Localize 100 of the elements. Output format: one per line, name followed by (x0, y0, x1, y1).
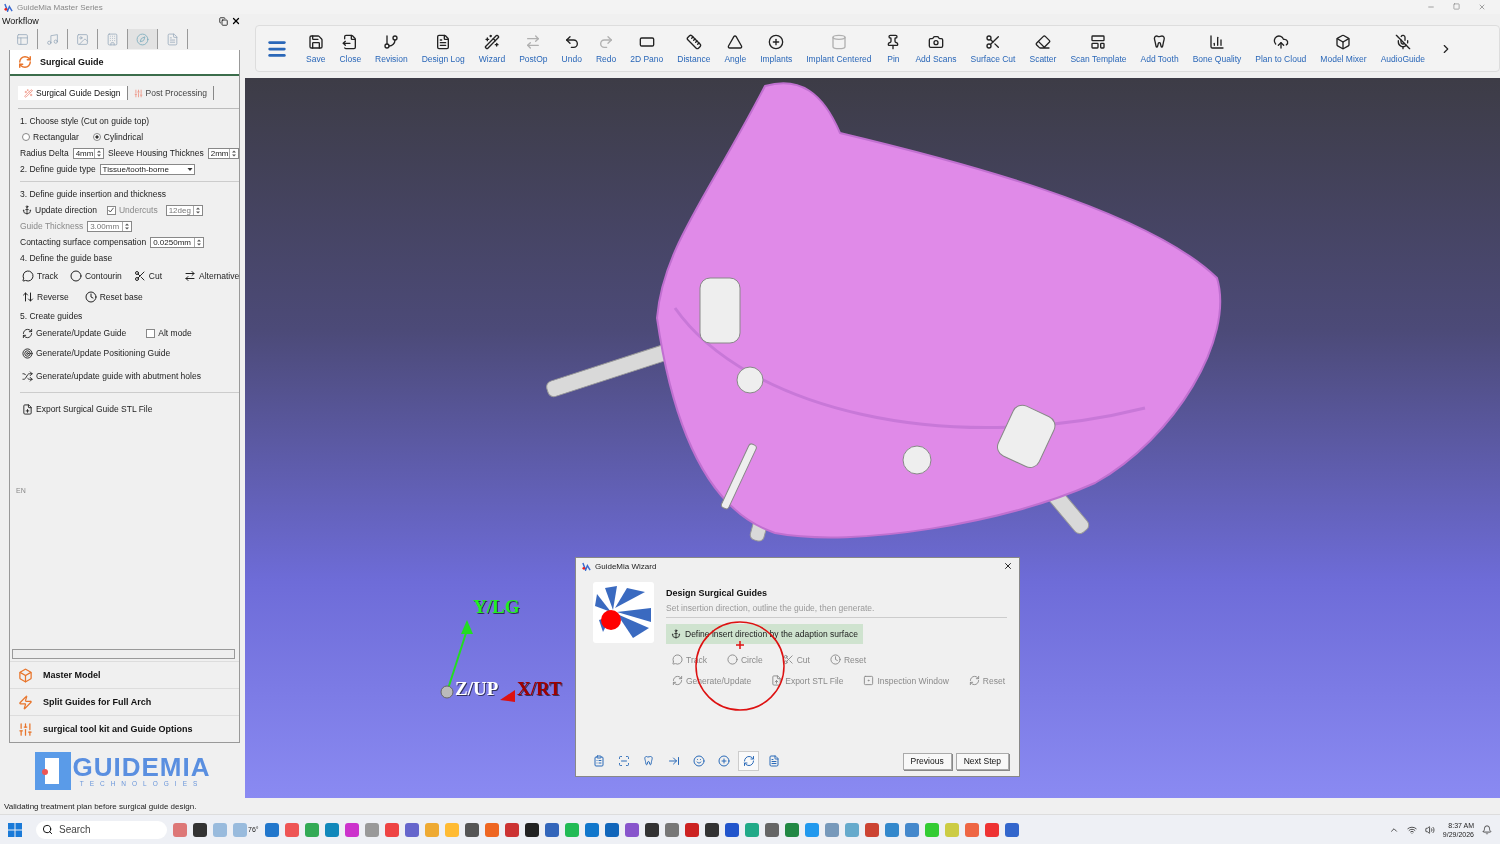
workflow-section[interactable]: Split Guides for Full Arch (10, 688, 239, 715)
close-icon[interactable] (1003, 561, 1013, 571)
wizard-nav-button[interactable]: Previous (902, 752, 952, 770)
logo-name: GUIDEMIA (72, 754, 211, 780)
step-heading: 5. Create guides (20, 311, 83, 321)
toolbar-button[interactable]: Bone Quality (1186, 33, 1248, 64)
toolbar-button[interactable]: Save (300, 33, 332, 64)
update-direction-button[interactable]: Update direction (20, 205, 99, 215)
speech-bubble-icon (672, 654, 683, 665)
spin-arrows-icon[interactable] (194, 237, 204, 247)
spin-arrows-icon[interactable] (229, 148, 238, 158)
close-icon[interactable] (231, 16, 241, 26)
toolbar-button[interactable]: Surface Cut (964, 33, 1022, 64)
magic-wand-icon (24, 88, 33, 98)
tool-button[interactable]: Reset base (82, 291, 145, 303)
tool-button[interactable]: Cut (131, 270, 165, 282)
wifi-icon[interactable] (1406, 824, 1417, 835)
up-down-arrows-icon (22, 291, 34, 303)
spin-field[interactable]: 4mm (72, 147, 104, 159)
spin-field[interactable]: 0.0250mm (150, 236, 205, 248)
toolbar-button[interactable]: 2D Pano (624, 33, 670, 64)
maximize-icon[interactable] (1453, 3, 1460, 10)
taskbar-app-icon[interactable] (193, 822, 207, 837)
volume-icon[interactable] (1424, 824, 1435, 835)
step-description: Set insertion direction, outline the guide, then generate. (666, 603, 1008, 618)
workflow-section[interactable]: surgical tool kit and Guide Options (10, 715, 239, 742)
workflow-tab[interactable] (128, 29, 158, 49)
sliders-icon (133, 88, 143, 98)
lightning-icon (18, 694, 33, 710)
toolbar-button[interactable]: Plan to Cloud (1249, 33, 1313, 64)
taskbar-app-icon[interactable] (704, 822, 719, 837)
export-stl-button[interactable]: Export Surgical Guide STL File (20, 403, 155, 415)
refresh-icon (22, 327, 33, 339)
window-title: GuideMia Master Series (17, 2, 103, 12)
positioning-guide-button[interactable]: Generate/Update Positioning Guide (20, 347, 173, 359)
toolbar-button[interactable]: Add Tooth (1134, 33, 1185, 64)
cube-icon (18, 667, 33, 683)
clipboard-icon (592, 755, 605, 767)
wizard-step-button[interactable] (738, 751, 759, 771)
toolbar-button[interactable]: Add Scans (909, 33, 963, 64)
sub-tab[interactable]: Post Processing (127, 86, 214, 100)
toolbar-button[interactable]: Close (333, 33, 368, 64)
circle-icon (69, 270, 82, 282)
toolbar-button[interactable]: Model Mixer (1314, 33, 1373, 64)
app-logo-icon (4, 2, 13, 12)
abutment-guide-button[interactable]: Generate/update guide with abutment holes (20, 370, 203, 382)
clock-icon (829, 654, 841, 665)
horizontal-scrollbar[interactable] (12, 649, 235, 659)
checkbox-icon[interactable] (146, 328, 156, 338)
window-icon (863, 675, 875, 686)
sliders-icon (18, 721, 33, 737)
radio-option[interactable]: Rectangular (20, 132, 81, 142)
sub-tab[interactable]: Surgical Guide Design (18, 86, 128, 100)
radio-option[interactable]: Cylindrical (90, 132, 146, 142)
tool-button[interactable]: Alternative (182, 270, 242, 282)
spin-field[interactable]: 2mm (207, 147, 239, 159)
window-icon (16, 32, 29, 46)
step-heading: 2. Define guide type (20, 164, 96, 174)
wizard-nav-button[interactable]: Next Step (955, 752, 1009, 770)
start-icon[interactable] (8, 822, 22, 837)
axis-label: Y/LG (473, 596, 520, 618)
radio-icon[interactable] (92, 133, 101, 141)
field-label: Guide Thickness (20, 221, 84, 231)
toolbar-button[interactable]: AudioGuide (1374, 33, 1432, 64)
toolbar-button[interactable]: Design Log (415, 33, 471, 64)
tool-button[interactable]: Reverse (20, 291, 71, 303)
toolbar-button[interactable]: Undo (555, 33, 588, 64)
compass-icon (136, 32, 149, 46)
toolbar-button[interactable]: Pin (879, 33, 908, 64)
toolbar-button[interactable]: Revision (369, 33, 414, 64)
toolbar-button[interactable]: Wizard (472, 33, 512, 64)
tool-button[interactable]: Track (20, 270, 60, 282)
tool-button[interactable]: Contourin (67, 270, 124, 282)
dropdown-field[interactable]: Tissue/tooth-borne (99, 163, 195, 175)
spin-arrows-icon[interactable] (192, 205, 202, 215)
tooth-icon (642, 755, 655, 767)
anchor-icon (671, 629, 681, 639)
search-field[interactable]: Search (36, 820, 167, 839)
toolbar-button[interactable]: Scan Template (1064, 33, 1133, 64)
float-icon[interactable] (219, 16, 228, 26)
crossed-arrows-icon (22, 370, 33, 382)
toolbar-button[interactable]: Angle (718, 33, 753, 64)
toolbar-button[interactable]: Scatter (1023, 33, 1063, 64)
generate-guide-button[interactable]: Generate/Update Guide (20, 327, 129, 339)
taskbar-app-icon[interactable] (644, 822, 659, 837)
taskbar-app-icon[interactable] (524, 822, 539, 837)
taskbar-app-icon[interactable] (464, 822, 479, 837)
workflow-section[interactable]: Master Model (10, 661, 239, 688)
notification-icon[interactable] (1482, 824, 1492, 835)
building-icon (106, 32, 119, 46)
toolbar-button[interactable]: Implants (754, 33, 799, 64)
3d-viewport[interactable] (245, 78, 1500, 798)
radio-icon[interactable] (22, 133, 30, 141)
spin-arrows-icon[interactable] (93, 148, 103, 158)
field-label: Sleeve Housing Thicknes (107, 148, 204, 158)
music-note-icon (46, 32, 59, 46)
toolbar-button[interactable]: Distance (671, 33, 717, 64)
scan-icon (617, 755, 630, 767)
alt-mode-checkbox[interactable]: Alt mode (144, 328, 194, 338)
check-icon (108, 207, 115, 213)
